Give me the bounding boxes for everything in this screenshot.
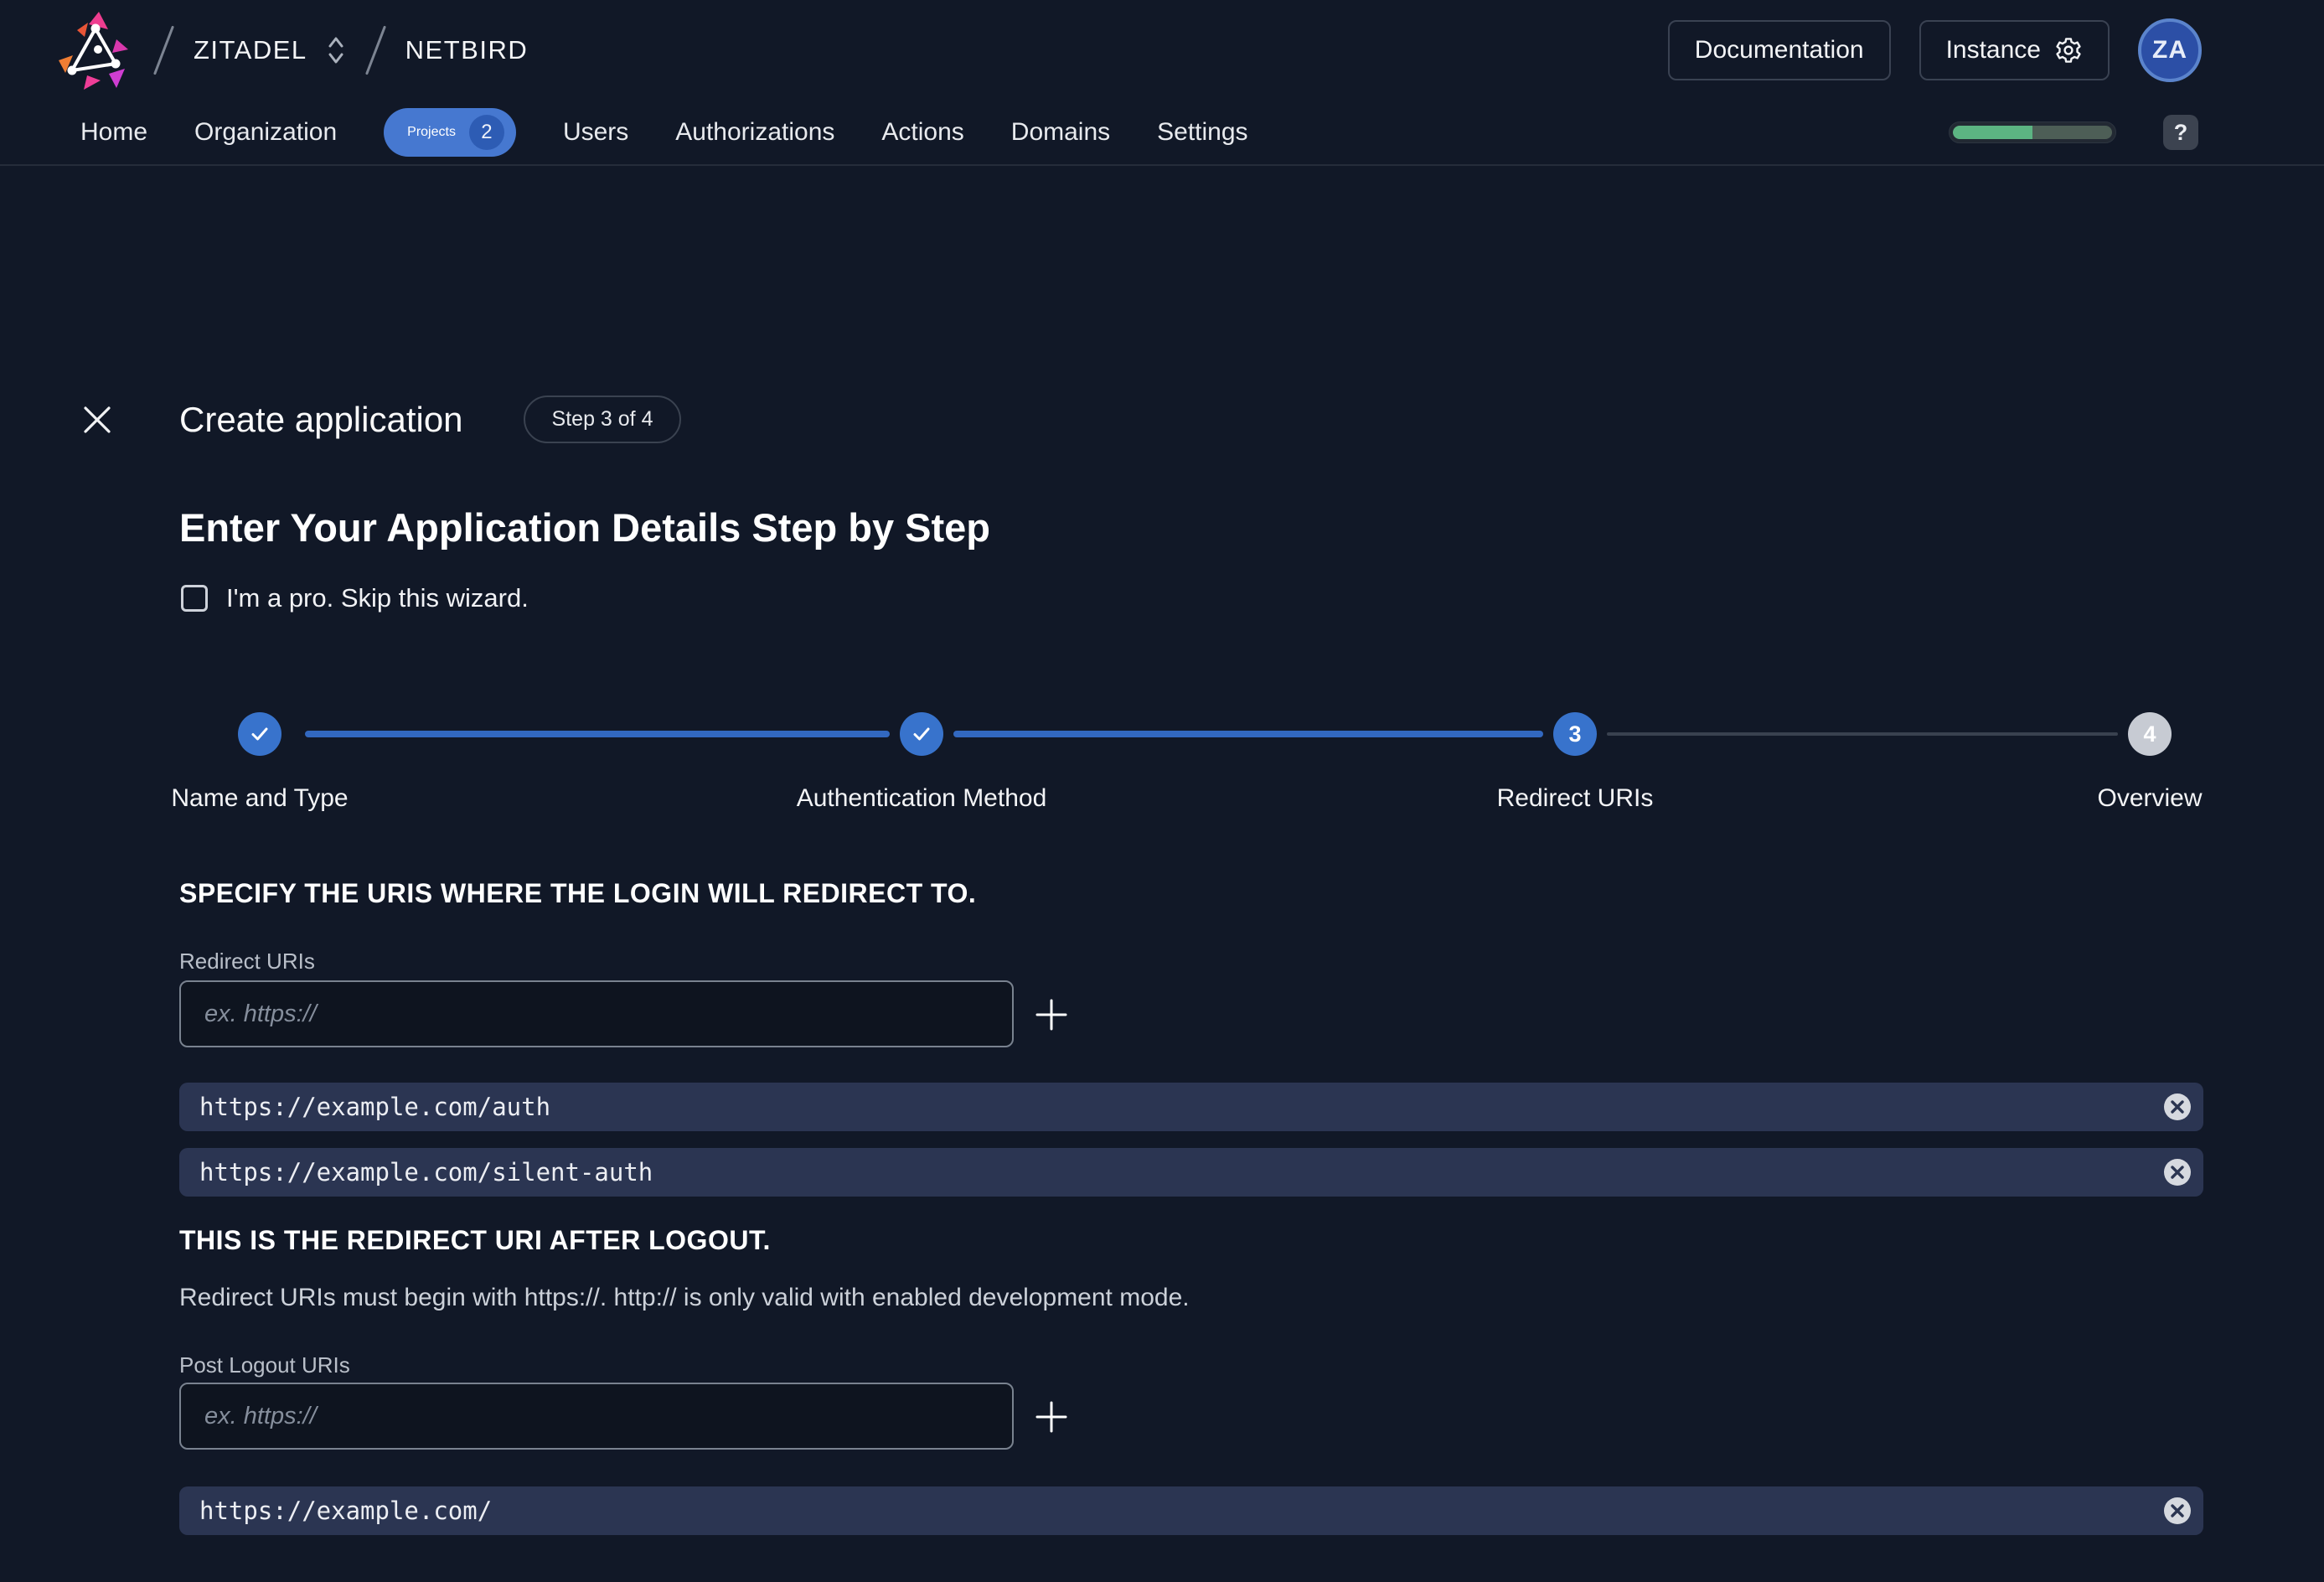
nav-item-authorizations[interactable]: Authorizations — [675, 118, 834, 147]
add-post-logout-uri-button[interactable] — [1032, 1398, 1071, 1436]
nav-item-projects[interactable]: Projects 2 — [384, 108, 516, 157]
org-name: ZITADEL — [194, 35, 307, 65]
quota-progress-bar — [1949, 121, 2116, 143]
stepper-line-todo — [1607, 732, 2118, 736]
plus-icon — [1032, 995, 1071, 1034]
step-circle-authentication-method — [900, 712, 943, 756]
unfold-chevrons-icon — [326, 34, 346, 66]
post-logout-uri-input[interactable] — [179, 1383, 1014, 1450]
post-logout-uri-chip: https://example.com/ — [179, 1486, 2203, 1535]
plus-icon — [1032, 1398, 1071, 1436]
step-badge: Step 3 of 4 — [524, 396, 682, 443]
nav-item-domains[interactable]: Domains — [1011, 118, 1110, 147]
remove-uri-icon[interactable] — [2163, 1497, 2192, 1525]
post-logout-uris-label: Post Logout URIs — [179, 1352, 350, 1378]
step-circle-redirect-uris: 3 — [1553, 712, 1597, 756]
zitadel-logo-icon[interactable] — [54, 10, 134, 90]
breadcrumb-slash — [365, 26, 386, 75]
step-label: Name and Type — [0, 784, 519, 813]
avatar[interactable]: ZA — [2138, 18, 2202, 82]
wizard-stepper: 3 4 Name and Type Authentication Method … — [179, 712, 2187, 821]
breadcrumb: ZITADEL NETBIRD — [54, 10, 528, 90]
nav-item-settings[interactable]: Settings — [1157, 118, 1247, 147]
remove-uri-icon[interactable] — [2163, 1093, 2192, 1121]
help-button[interactable]: ? — [2163, 115, 2198, 150]
redirect-uri-chip: https://example.com/auth — [179, 1083, 2203, 1131]
step-circle-name-and-type — [238, 712, 281, 756]
remove-uri-icon[interactable] — [2163, 1158, 2192, 1186]
redirect-section-heading: SPECIFY THE URIS WHERE THE LOGIN WILL RE… — [179, 878, 976, 909]
topbar-actions: Documentation Instance ZA — [1668, 18, 2202, 82]
redirect-uris-label: Redirect URIs — [179, 949, 315, 975]
instance-button[interactable]: Instance — [1919, 20, 2110, 80]
main-nav: Home Organization Projects 2 Users Autho… — [0, 101, 2324, 166]
step-label: Redirect URIs — [1315, 784, 1835, 813]
add-redirect-uri-button[interactable] — [1032, 995, 1071, 1034]
nav-item-organization[interactable]: Organization — [194, 118, 337, 147]
step-circle-overview: 4 — [2128, 712, 2172, 756]
page-title: Create application — [179, 400, 463, 440]
check-icon — [909, 721, 934, 747]
logout-section-heading: THIS IS THE REDIRECT URI AFTER LOGOUT. — [179, 1225, 771, 1256]
documentation-button[interactable]: Documentation — [1668, 20, 1891, 80]
redirect-uri-input[interactable] — [179, 980, 1014, 1047]
top-bar: ZITADEL NETBIRD Documentation Instance Z… — [0, 0, 2324, 101]
stepper-line-done — [953, 731, 1543, 737]
nav-item-actions[interactable]: Actions — [881, 118, 963, 147]
nav-item-users[interactable]: Users — [563, 118, 628, 147]
gear-icon — [2054, 36, 2083, 65]
step-label: Authentication Method — [662, 784, 1181, 813]
skip-wizard-row: I'm a pro. Skip this wizard. — [181, 583, 529, 613]
org-switcher[interactable]: ZITADEL — [194, 34, 346, 66]
skip-wizard-checkbox[interactable] — [181, 585, 208, 612]
quota-progress-fill — [1953, 126, 2032, 139]
projects-count-badge: 2 — [469, 115, 504, 150]
step-label: Overview — [1890, 784, 2324, 813]
stepper-line-done — [305, 731, 890, 737]
wizard-heading: Enter Your Application Details Step by S… — [179, 504, 990, 551]
skip-wizard-label[interactable]: I'm a pro. Skip this wizard. — [226, 583, 529, 613]
check-icon — [247, 721, 272, 747]
close-icon[interactable] — [79, 401, 116, 438]
project-name[interactable]: NETBIRD — [405, 35, 529, 65]
breadcrumb-slash — [153, 26, 174, 75]
redirect-uri-chip: https://example.com/silent-auth — [179, 1148, 2203, 1197]
nav-item-home[interactable]: Home — [80, 118, 147, 147]
logout-section-description: Redirect URIs must begin with https://. … — [179, 1284, 1190, 1312]
